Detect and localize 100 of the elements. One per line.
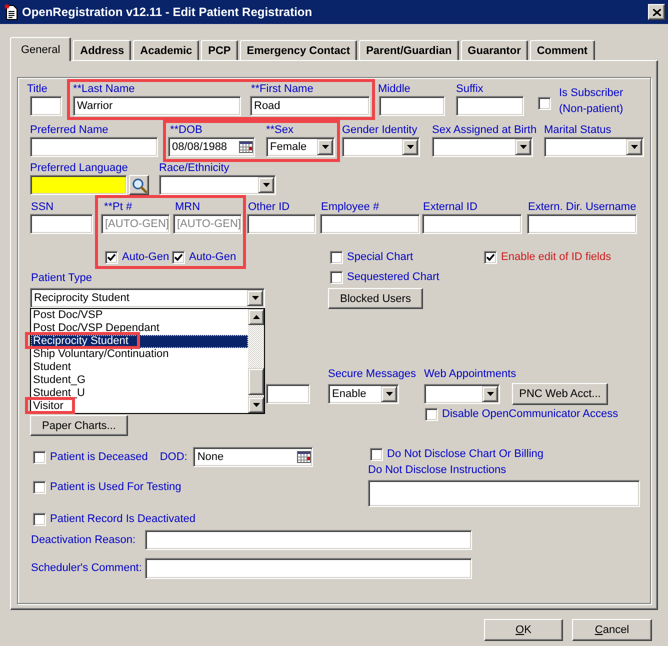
username-field[interactable] [527,214,637,234]
other-id-label: Other ID [248,201,290,214]
checkbox[interactable] [538,97,551,110]
tab[interactable]: General [10,37,72,61]
suffix-field[interactable] [456,96,524,116]
middle-label: Middle [378,83,410,96]
schedulers-comment-label: Scheduler's Comment: [31,562,142,575]
tab[interactable]: Parent/Guardian [359,40,459,60]
close-button[interactable] [648,4,665,20]
tab[interactable]: PCP [201,40,238,60]
window-title: OpenRegistration v12.11 - Edit Patient Registration [22,5,314,19]
instructions-field[interactable] [368,480,640,507]
checkbox[interactable] [370,448,383,461]
list-option[interactable]: Post Doc/VSP Dependant [31,322,248,335]
preferred-name-field[interactable] [30,137,158,157]
dod-field[interactable]: None [193,447,314,467]
marital-status-label: Marital Status [544,124,612,137]
patient-number-field[interactable]: [AUTO-GEN] [101,214,170,234]
first-name-field[interactable]: Road [250,96,370,116]
record-deactivated-label: Patient Record Is Deactivated [50,513,196,526]
paper-charts-button[interactable]: Paper Charts... [30,415,128,436]
race-ethnicity-select[interactable] [159,175,276,195]
list-option[interactable]: Student_G [31,374,248,387]
secure-messages-select[interactable]: Enable [328,384,399,404]
checkmark-icon [486,253,495,262]
do-not-disclose-label: Do Not Disclose Chart Or Billing [387,448,544,461]
title-label: Title [27,83,48,96]
preferred-name-label: Preferred Name [30,124,108,137]
cancel-button[interactable]: Cancel [572,619,652,641]
checkbox[interactable] [484,251,497,264]
tab[interactable]: Emergency Contact [240,40,358,60]
sex-label: **Sex [266,124,294,137]
last-name-label: **Last Name [73,83,135,96]
mrn-field[interactable]: [AUTO-GEN] [173,214,242,234]
checkmark-icon [174,253,183,262]
secure-messages-label: Secure Messages [328,368,416,381]
mrn-label: MRN [175,201,200,214]
tab[interactable]: Guarantor [460,40,528,60]
other-id-field[interactable] [247,214,316,234]
deactivation-reason-label: Deactivation Reason: [31,534,136,546]
employee-number-field[interactable] [320,214,420,234]
list-option[interactable]: Ship Voluntary/Continuation [31,348,248,361]
gender-identity-label: Gender Identity [342,124,418,137]
pnc-web-acct-button[interactable]: PNC Web Acct... [512,383,608,405]
web-appointments-label: Web Appointments [424,368,516,381]
checkbox[interactable] [330,271,343,284]
sex-select[interactable]: Female [266,137,335,157]
sequestered-chart-label: Sequestered Chart [347,271,440,284]
instructions-label: Do Not Disclose Instructions [368,464,506,477]
ok-button[interactable]: OK [484,619,563,641]
marital-status-select[interactable] [544,137,644,157]
auto-gen-label: Auto-Gen [122,251,170,264]
dod-label: DOD: [160,450,188,464]
checkbox[interactable] [425,408,438,421]
list-option[interactable]: Visitor [31,400,248,413]
patient-type-select[interactable]: Reciprocity Student [30,288,265,308]
list-option[interactable]: Post Doc/VSP [31,309,248,322]
last-name-field[interactable]: Warrior [73,96,241,116]
text-field[interactable] [266,384,310,404]
external-id-label: External ID [423,201,478,214]
checkbox[interactable] [105,251,118,264]
list-option[interactable]: Student_U [31,387,248,400]
tab[interactable]: Academic [133,40,200,60]
sex-assigned-select[interactable] [432,137,533,157]
list-option[interactable]: Student [31,361,248,374]
preferred-language-field[interactable] [30,175,127,195]
blocked-users-button[interactable]: Blocked Users [328,288,423,309]
dob-field[interactable]: 08/08/1988 [168,137,255,157]
tab[interactable]: Comment [530,40,595,60]
patient-type-label: Patient Type [31,272,92,285]
schedulers-comment-field[interactable] [145,558,472,579]
deactivation-reason-field[interactable] [145,530,472,550]
used-for-testing-label: Patient is Used For Testing [50,481,182,494]
title-field[interactable] [30,96,62,116]
external-id-field[interactable] [422,214,522,234]
preferred-language-label: Preferred Language [30,162,128,175]
scroll-down-button[interactable] [248,397,264,413]
special-chart-label: Special Chart [347,251,414,264]
list-option[interactable]: Reciprocity Student [31,335,248,348]
race-ethnicity-label: Race/Ethnicity [159,162,230,175]
tab[interactable]: Address [73,40,132,60]
disable-opencommunicator-label: Disable OpenCommunicator Access [442,408,618,421]
scrollbar-thumb[interactable] [248,368,264,395]
checkbox[interactable] [172,251,185,264]
checkbox[interactable] [33,450,46,464]
username-label: Extern. Dir. Username [528,201,636,214]
patient-deceased-label: Patient is Deceased [50,450,148,464]
first-name-label: **First Name [251,83,314,96]
caret-down-icon [252,403,260,407]
middle-field[interactable] [379,96,445,116]
checkbox[interactable] [330,251,343,264]
gender-identity-select[interactable] [342,137,420,157]
search-button[interactable] [129,175,149,195]
ssn-field[interactable] [30,214,93,234]
web-appointments-select[interactable] [424,384,500,404]
scroll-up-button[interactable] [248,309,264,325]
checkbox[interactable] [33,513,46,526]
checkbox[interactable] [33,481,46,494]
caret-up-icon [252,315,260,319]
patient-number-label: **Pt # [104,201,132,214]
